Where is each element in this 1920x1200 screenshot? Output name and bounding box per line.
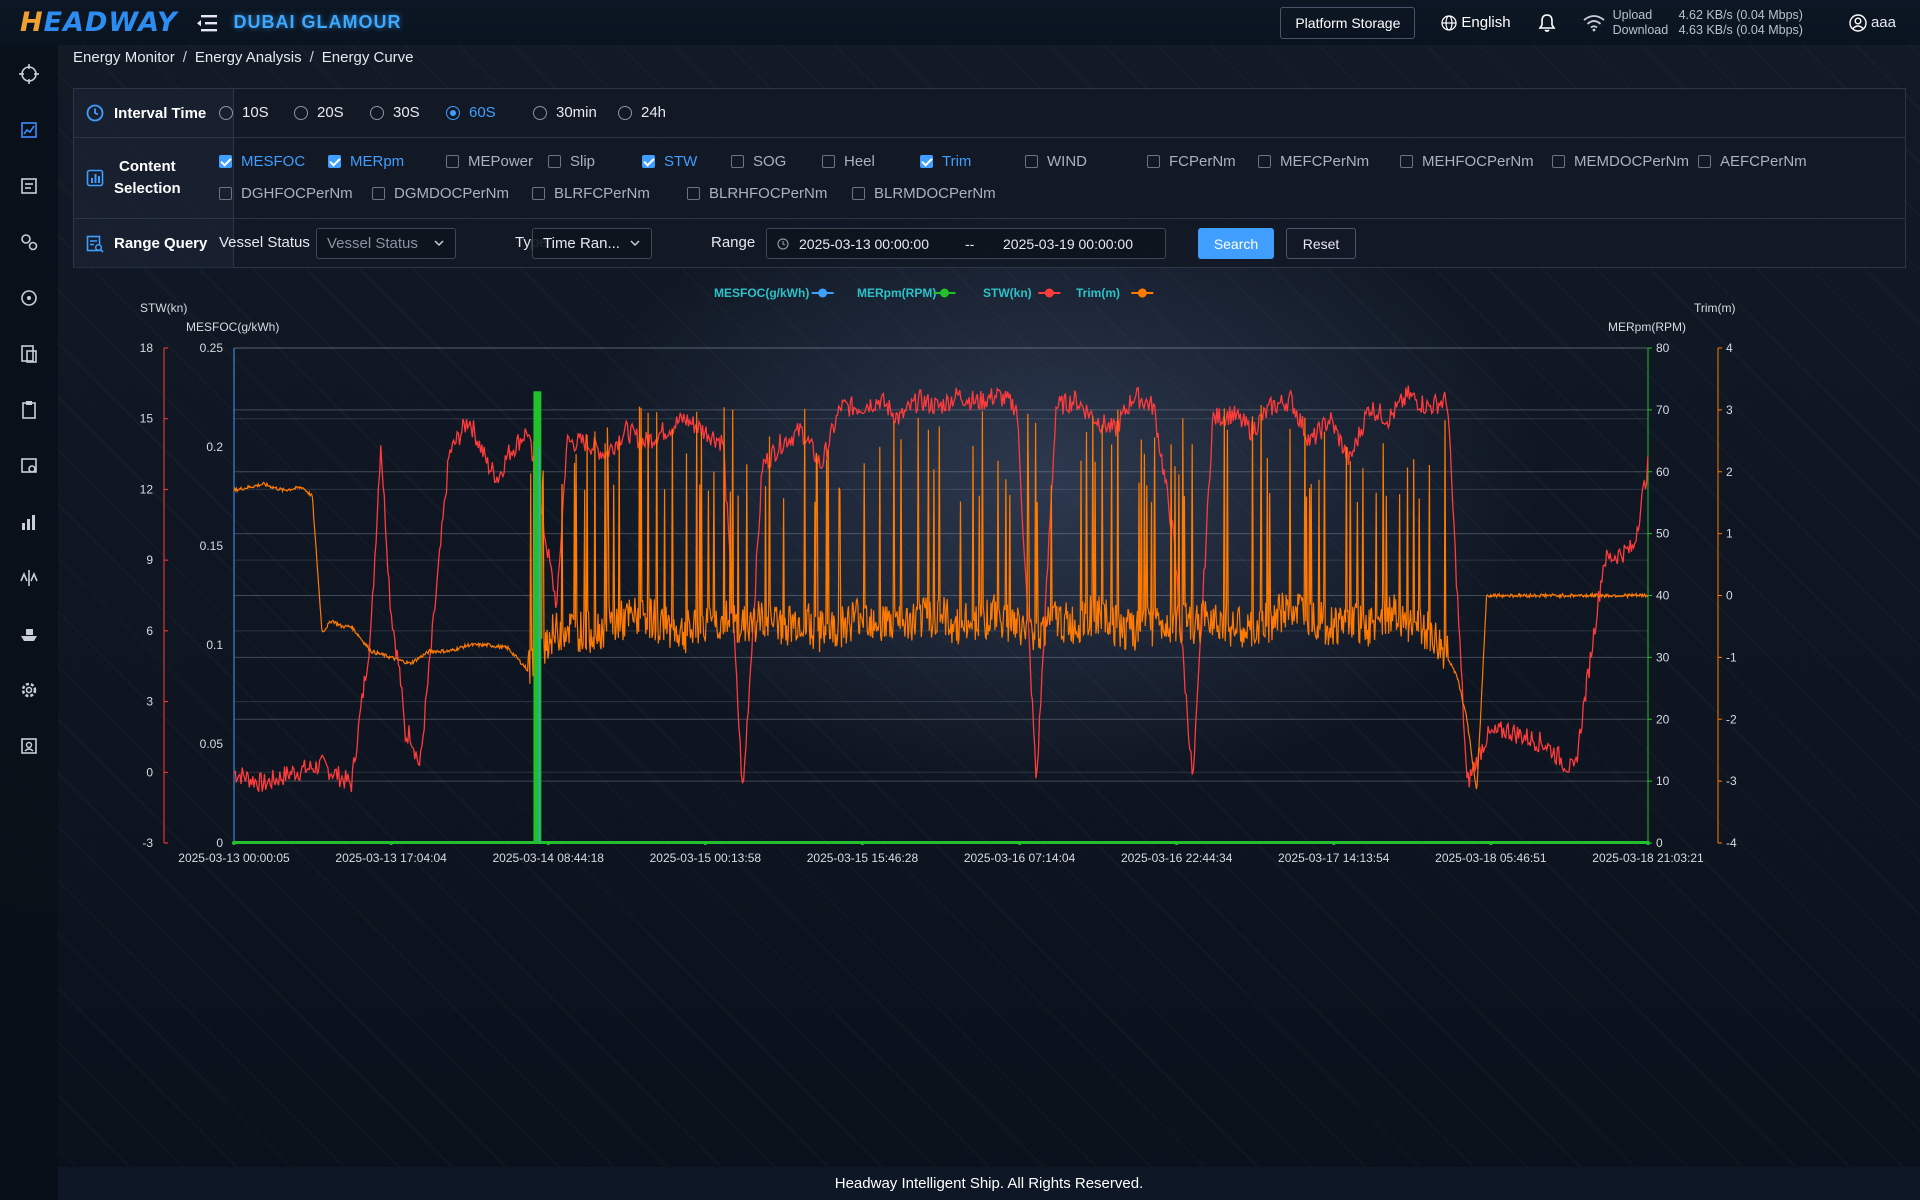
trim-series-line [233,405,1649,790]
legend-label: MERpm(RPM) [857,286,936,300]
mesfoc-tick-label: 0.1 [206,638,223,652]
trim-axis-title: Trim(m) [1694,301,1736,315]
trim-tick-label: 4 [1726,341,1733,355]
x-tick-label: 2025-03-15 00:13:58 [650,851,762,865]
stw-tick-label: 15 [140,412,154,426]
merpm-tick-label: 0 [1656,836,1663,850]
trim-tick-label: -2 [1726,712,1737,726]
mesfoc-tick-label: 0 [216,836,223,850]
trim-tick-label: 1 [1726,527,1733,541]
footer: Headway Intelligent Ship. All Rights Res… [58,1167,1920,1200]
mesfoc-tick-label: 0.25 [200,341,224,355]
merpm-tick-label: 40 [1656,589,1670,603]
x-tick-label: 2025-03-18 21:03:21 [1592,851,1704,865]
mesfoc-tick-label: 0.2 [206,440,223,454]
trim-tick-label: -3 [1726,774,1737,788]
merpm-axis-title: MERpm(RPM) [1608,320,1686,334]
trim-tick-label: -4 [1726,836,1737,850]
x-tick-label: 2025-03-13 00:00:05 [178,851,290,865]
stw-tick-label: 9 [146,553,153,567]
merpm-tick-label: 70 [1656,403,1670,417]
stw-tick-label: -3 [142,836,153,850]
merpm-tick-label: 20 [1656,712,1670,726]
mesfoc-tick-label: 0.05 [200,737,224,751]
stw-tick-label: 3 [146,695,153,709]
trim-tick-label: 2 [1726,465,1733,479]
legend-label: STW(kn) [983,286,1032,300]
x-tick-label: 2025-03-14 08:44:18 [493,851,605,865]
energy-curve-chart: 18 15 12 9 6 3 0 -3 0.25 0.2 0.15 0.1 0.05 0 80 70 60 50 4… [0,0,1920,1200]
legend-label: Trim(m) [1076,286,1120,300]
merpm-tick-label: 50 [1656,527,1670,541]
merpm-tick-label: 80 [1656,341,1670,355]
x-tick-label: 2025-03-16 07:14:04 [964,851,1076,865]
stw-tick-label: 12 [140,482,154,496]
x-tick-label: 2025-03-13 17:04:04 [335,851,447,865]
trim-tick-label: -1 [1726,650,1737,664]
legend-marker [818,288,828,298]
stw-tick-label: 6 [146,624,153,638]
legend-label: MESFOC(g/kWh) [714,286,809,300]
mesfoc-tick-label: 0.15 [200,539,224,553]
x-tick-label: 2025-03-16 22:44:34 [1121,851,1233,865]
stw-tick-label: 18 [140,341,154,355]
merpm-series-spike [533,391,542,843]
merpm-tick-label: 10 [1656,774,1670,788]
trim-tick-label: 0 [1726,589,1733,603]
stw-series-line [233,385,1649,793]
legend-marker [940,288,949,298]
legend-marker [1137,288,1147,298]
merpm-tick-label: 60 [1656,465,1670,479]
x-tick-label: 2025-03-18 05:46:51 [1435,851,1547,865]
x-tick-label: 2025-03-17 14:13:54 [1278,851,1390,865]
chart-svg: 1815129630-30.250.20.150.10.050807060504… [140,286,1737,865]
x-tick-label: 2025-03-15 15:46:28 [807,851,919,865]
trim-tick-label: 3 [1726,403,1733,417]
mesfoc-axis-title: MESFOC(g/kWh) [186,320,279,334]
legend-marker [1044,288,1054,298]
merpm-tick-label: 30 [1656,650,1670,664]
stw-tick-label: 0 [146,765,153,779]
stw-axis-title: STW(kn) [140,301,187,315]
